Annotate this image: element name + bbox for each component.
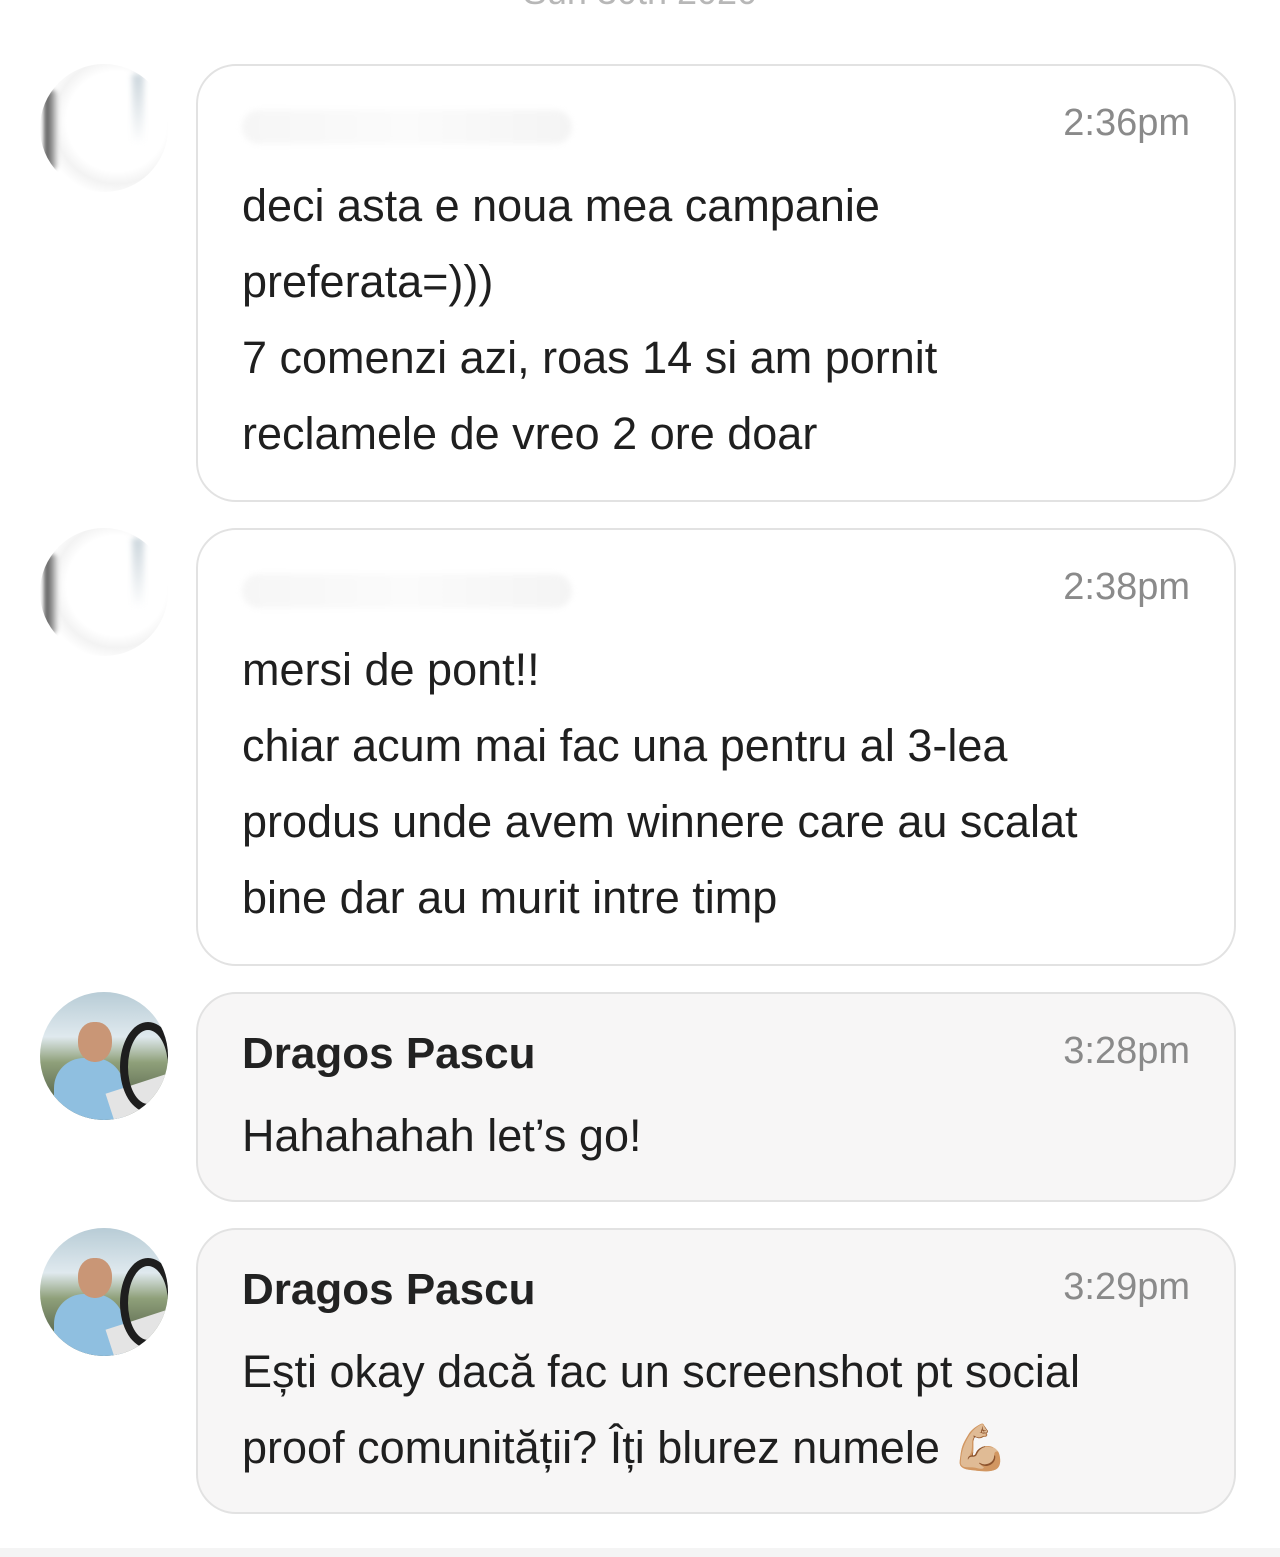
message-time: 2:38pm bbox=[1063, 566, 1190, 608]
message-bubble[interactable]: Dragos Pascu 3:29pm Ești okay dacă fac u… bbox=[196, 1228, 1236, 1514]
message-text: mersi de pont!! chiar acum mai fac una p… bbox=[242, 644, 1078, 923]
message-bubble[interactable]: Dragos Pascu 3:28pm Hahahahah let’s go! bbox=[196, 992, 1236, 1202]
blurred-sender-name bbox=[242, 574, 572, 608]
message-time: 3:29pm bbox=[1063, 1266, 1190, 1308]
avatar[interactable] bbox=[40, 64, 168, 192]
message-text: Ești okay dacă fac un screenshot pt soci… bbox=[242, 1346, 1080, 1473]
message-row: Dragos Pascu 3:29pm Ești okay dacă fac u… bbox=[0, 1228, 1280, 1514]
message-time: 3:28pm bbox=[1063, 1030, 1190, 1072]
message-row: 2:36pm deci asta e noua mea campanie pre… bbox=[0, 64, 1280, 502]
message-text: Hahahahah let’s go! bbox=[242, 1110, 642, 1161]
avatar[interactable] bbox=[40, 1228, 168, 1356]
message-text: deci asta e noua mea campanie preferata=… bbox=[242, 180, 938, 459]
avatar[interactable] bbox=[40, 528, 168, 656]
blurred-sender-name bbox=[242, 110, 572, 144]
message-time: 2:36pm bbox=[1063, 102, 1190, 144]
sender-name[interactable]: Dragos Pascu bbox=[242, 1024, 535, 1084]
sender-name[interactable]: Dragos Pascu bbox=[242, 1260, 535, 1320]
message-bubble[interactable]: 2:38pm mersi de pont!! chiar acum mai fa… bbox=[196, 528, 1236, 966]
divider bbox=[0, 1548, 1280, 1557]
avatar[interactable] bbox=[40, 992, 168, 1120]
message-bubble[interactable]: 2:36pm deci asta e noua mea campanie pre… bbox=[196, 64, 1236, 502]
date-separator: Sun 30th 2020 bbox=[0, 0, 1280, 12]
message-row: Dragos Pascu 3:28pm Hahahahah let’s go! bbox=[0, 992, 1280, 1202]
message-row: 2:38pm mersi de pont!! chiar acum mai fa… bbox=[0, 528, 1280, 966]
